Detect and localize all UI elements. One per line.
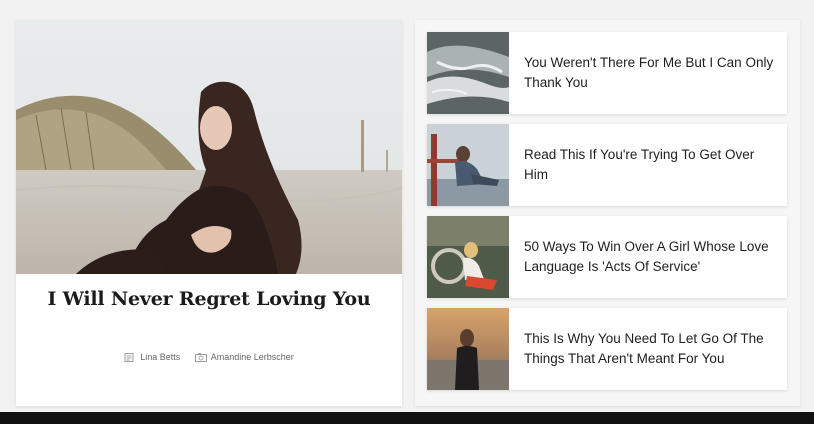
bottom-bar	[0, 412, 814, 424]
article-title-3[interactable]: 50 Ways To Win Over A Girl Whose Love La…	[524, 216, 774, 298]
photographer-name[interactable]: Amandine Lerbscher	[211, 352, 294, 362]
camera-icon	[194, 352, 207, 362]
featured-byline: Lina Betts Amandine Lerbscher	[16, 352, 402, 364]
featured-article-title[interactable]: I Will Never Regret Loving You	[16, 288, 402, 310]
article-title-4[interactable]: This Is Why You Need To Let Go Of The Th…	[524, 308, 774, 390]
page: I Will Never Regret Loving You Lina Bett…	[0, 0, 814, 412]
article-title-2[interactable]: Read This If You're Trying To Get Over H…	[524, 124, 774, 206]
featured-article-card[interactable]: I Will Never Regret Loving You Lina Bett…	[16, 20, 402, 406]
author-name[interactable]: Lina Betts	[140, 352, 180, 362]
document-icon	[124, 352, 134, 362]
article-thumbnail-1[interactable]	[427, 32, 509, 114]
featured-article-image[interactable]	[16, 20, 402, 274]
list-item-article-1[interactable]: You Weren't There For Me But I Can Only …	[427, 32, 787, 114]
list-item-article-4[interactable]: This Is Why You Need To Let Go Of The Th…	[427, 308, 787, 390]
article-thumbnail-2[interactable]	[427, 124, 509, 206]
article-thumbnail-3[interactable]	[427, 216, 509, 298]
article-list-panel: You Weren't There For Me But I Can Only …	[415, 20, 800, 406]
article-thumbnail-4[interactable]	[427, 308, 509, 390]
author-credit[interactable]: Lina Betts	[124, 352, 180, 362]
photographer-credit[interactable]: Amandine Lerbscher	[194, 352, 294, 362]
list-item-article-2[interactable]: Read This If You're Trying To Get Over H…	[427, 124, 787, 206]
list-item-article-3[interactable]: 50 Ways To Win Over A Girl Whose Love La…	[427, 216, 787, 298]
article-title-1[interactable]: You Weren't There For Me But I Can Only …	[524, 32, 774, 114]
